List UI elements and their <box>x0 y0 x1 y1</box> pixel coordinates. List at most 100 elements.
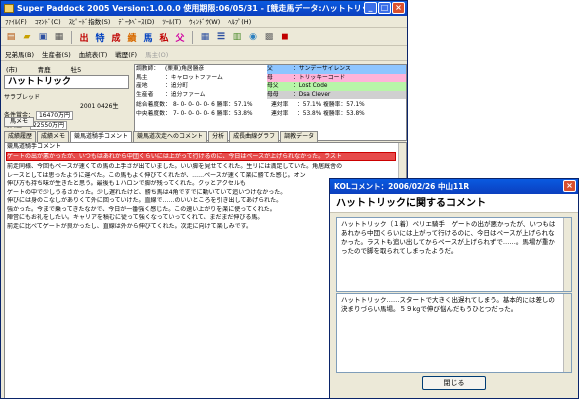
info-row-central-stats: 中央着度数： 7- 0- 0- 0- 0- 6 勝率：53.8% 連対率 ：53… <box>135 110 406 119</box>
menu-help[interactable]: ﾍﾙﾌﾟ(H) <box>224 16 255 27</box>
pedigree-val: ：Dsa Clever <box>293 90 406 99</box>
horse-region: (市) <box>6 66 18 74</box>
tab-next-race-comment[interactable]: 競馬道次走へのコメント <box>133 131 208 142</box>
comment-box-secondary[interactable]: ハットトリック……スタートで大きく出遅れてしまう。基本的には差しの決まりづらい馬… <box>336 293 572 373</box>
pedigree-button[interactable]: 血統表(T) <box>79 49 108 59</box>
tool-private[interactable]: 私 <box>157 30 171 44</box>
horse-sex-age: 牡5 <box>70 66 82 74</box>
pedigree-val: ：Lost Code <box>293 82 406 91</box>
selected-comment-row[interactable]: ゲートの出が悪かったが、いつもはあれから中団くらいには上がって行けるのに、今日は… <box>6 152 396 161</box>
main-titlebar[interactable]: Super Paddock 2005 Version:1.0.0.0 使用期限:… <box>1 1 407 16</box>
info-val: ：追分ファーム <box>165 91 206 98</box>
pedigree-val: ：トリッキーコード <box>293 73 406 82</box>
info-key: 中央着度数： <box>136 110 171 117</box>
menubar: ﾌｧｲﾙ(F) ｺﾏﾝﾄﾞ(C) ｽﾋﾟｰﾄﾞ指数(S) ﾃﾞｰﾀﾍﾞｰｽ(D)… <box>1 16 407 28</box>
comment-text-primary: ハットトリック（１着）ペリエ騎手 ゲートの出が悪かったが、いつもはあれから中団く… <box>341 220 556 255</box>
sibling-button[interactable]: 兄弟馬(B) <box>5 49 34 59</box>
info-val: 7- 0- 0- 0- 0- 6 勝率：53.8% <box>173 110 253 117</box>
toolbar-separator <box>71 30 72 44</box>
close-button[interactable]: × <box>392 2 405 14</box>
info-key: 産地 <box>136 83 148 89</box>
book-icon[interactable]: ▥ <box>230 30 244 44</box>
dialog-title: KOLコメント：2006/02/26 中山11R <box>334 182 470 191</box>
dialog-titlebar[interactable]: KOLコメント：2006/02/26 中山11R × <box>330 179 578 194</box>
tool-record[interactable]: 績 <box>125 30 139 44</box>
comment-box-scrollbar[interactable] <box>563 218 571 291</box>
breeder-button[interactable]: 生産者(S) <box>42 49 71 59</box>
menu-tools[interactable]: ﾂｰﾙ(T) <box>158 16 185 27</box>
pedigree-key: 母母 <box>267 90 293 99</box>
stat-key: 連対率 <box>271 110 289 117</box>
info-row-breeder: 生産者 ：追分ファーム 母母 ：Dsa Clever <box>135 90 406 99</box>
tool-result[interactable]: 成 <box>109 30 123 44</box>
stat-val: ：53.8% 複勝率：53.8% <box>297 110 365 117</box>
exit-icon[interactable]: ◼ <box>278 30 292 44</box>
list-icon[interactable]: ☰ <box>214 30 228 44</box>
horse-color: 青鹿 <box>37 66 51 74</box>
menu-command[interactable]: ｺﾏﾝﾄﾞ(C) <box>31 16 65 27</box>
tab-race-memo[interactable]: 成績メモ <box>37 131 70 142</box>
tab-race-history[interactable]: 成績履歴 <box>4 131 37 142</box>
horse-info-table: 調教師： (栗東)角居勝彦 父 ：サンデーサイレンス 馬主 ：キャロットファーム… <box>134 64 407 141</box>
tab-training-data[interactable]: 調教データ <box>280 131 319 142</box>
tool-entry[interactable]: 出 <box>77 30 91 44</box>
main-window-title: Super Paddock 2005 Version:1.0.0.0 使用期限:… <box>17 4 382 13</box>
menu-file[interactable]: ﾌｧｲﾙ(F) <box>1 16 31 27</box>
horse-name: ハットトリック <box>4 75 129 89</box>
info-val: (栗東)角居勝彦 <box>165 66 205 72</box>
pedigree-key: 父 <box>267 65 293 74</box>
info-row-origin: 産地 ：追分町 母父 ：Lost Code <box>135 82 406 91</box>
comment-box-primary[interactable]: ハットトリック（１着）ペリエ騎手 ゲートの出が悪かったが、いつもはあれから中団く… <box>336 217 572 292</box>
info-val: ：追分町 <box>165 83 189 89</box>
prize-value: 16470万円 <box>35 111 74 120</box>
stat-val: ：57.1% 複勝率：57.1% <box>297 102 365 108</box>
dialog-close-button[interactable]: 閉じる <box>422 376 486 390</box>
detail-tabs: 成績履歴 成績メモ 競馬道騎手コメント 競馬道次走へのコメント 分析 成長曲線グ… <box>4 131 319 142</box>
main-toolbar: ▤ ▰ ▣ ▦ 出 特 成 績 馬 私 父 ▦ ☰ ▥ ◉ ▩ ◼ <box>1 29 407 46</box>
horse-subtoolbar: 兄弟馬(B) 生産者(S) 血統表(T) 戦歴(F) 馬主(O) <box>1 47 407 61</box>
maximize-button[interactable]: □ <box>378 2 391 14</box>
globe-icon[interactable]: ◉ <box>246 30 260 44</box>
comment-line[interactable]: 前走同様、今回もペースが速くての馬の上手さが出ていました。いい脚を見せてくれた。… <box>7 163 399 172</box>
menu-speed-index[interactable]: ｽﾋﾟｰﾄﾞ指数(S) <box>65 16 115 27</box>
dialog-close-icon[interactable]: × <box>563 180 576 192</box>
info-key: 総合着度数： <box>136 102 171 108</box>
comment-text-secondary: ハットトリック……スタートで大きく出遅れてしまう。基本的には差しの決まりづらい馬… <box>341 296 555 313</box>
new-file-icon[interactable]: ▤ <box>4 30 18 44</box>
dialog-heading: ハットトリックに関するコメント <box>330 194 578 213</box>
race-record-button[interactable]: 戦歴(F) <box>115 49 137 59</box>
comment-panel-title: 競馬道騎手コメント <box>7 143 62 150</box>
horse-birth: 2001 0426生 <box>80 103 119 110</box>
owner-button: 馬主(O) <box>145 50 169 59</box>
pedigree-key: 母父 <box>267 82 293 91</box>
window-controls: _ □ × <box>364 2 405 14</box>
comment-box-scrollbar[interactable] <box>563 294 571 372</box>
tab-jockey-comment[interactable]: 競馬道騎手コメント <box>70 131 133 142</box>
pedigree-key: 母 <box>267 73 293 82</box>
info-row-total-stats: 総合着度数： 8- 0- 0- 0- 0- 6 勝率：57.1% 連対率 ：57… <box>135 101 406 110</box>
tool-special[interactable]: 特 <box>93 30 107 44</box>
app-icon <box>4 4 14 13</box>
tool-sire[interactable]: 父 <box>173 30 187 44</box>
open-folder-icon[interactable]: ▰ <box>20 30 34 44</box>
info-val: ：キャロットファーム <box>165 74 223 81</box>
save-disk-icon[interactable]: ▣ <box>36 30 50 44</box>
horse-memo-button[interactable]: 馬メモ <box>4 117 34 127</box>
info-key: 生産者 <box>136 91 154 98</box>
tab-analysis[interactable]: 分析 <box>208 131 229 142</box>
tool-horse[interactable]: 馬 <box>141 30 155 44</box>
menu-window[interactable]: ｳｨﾝﾄﾞｳ(W) <box>185 16 224 27</box>
info-row-trainer: 調教師： (栗東)角居勝彦 父 ：サンデーサイレンス <box>135 65 406 74</box>
print-icon[interactable]: ▦ <box>52 30 66 44</box>
grid-icon[interactable]: ▦ <box>198 30 212 44</box>
stat-key: 連対率 <box>271 102 289 108</box>
total-prize-value: 22550万円 <box>29 121 68 130</box>
settings-icon[interactable]: ▩ <box>262 30 276 44</box>
minimize-button[interactable]: _ <box>364 2 377 14</box>
info-key: 馬主 <box>136 74 148 81</box>
menu-database[interactable]: ﾃﾞｰﾀﾍﾞｰｽ(D) <box>114 16 158 27</box>
tab-growth-chart[interactable]: 成長曲線グラフ <box>229 131 280 142</box>
info-val: 8- 0- 0- 0- 0- 6 勝率：57.1% <box>173 102 253 108</box>
pedigree-val: ：サンデーサイレンス <box>293 65 406 74</box>
info-row-owner: 馬主 ：キャロットファーム 母 ：トリッキーコード <box>135 73 406 82</box>
